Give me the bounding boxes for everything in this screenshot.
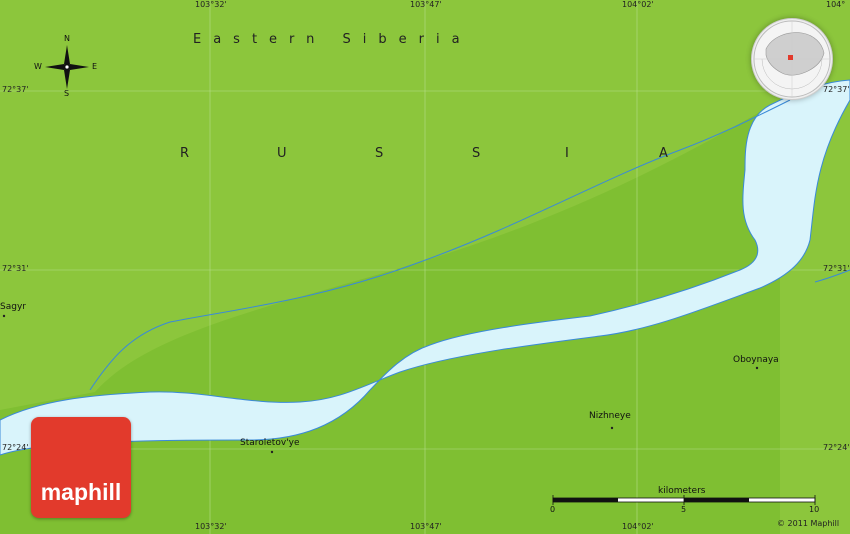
compass-n: N [64, 34, 70, 43]
scale-tick-10: 10 [809, 505, 820, 514]
compass-w: W [34, 62, 42, 71]
coord-right-3: 72°24' [823, 443, 850, 452]
region-label: Eastern Siberia [193, 32, 472, 47]
country-letter-5: I [565, 146, 569, 161]
compass-e: E [92, 62, 98, 71]
country-letter-3: S [375, 146, 384, 161]
map-canvas[interactable]: 103°32' 103°47' 104°02' 104° 103°32' 103… [0, 0, 850, 534]
scale-tick-5: 5 [681, 505, 687, 514]
locator-globe[interactable] [751, 18, 833, 100]
place-oboynaya[interactable]: Oboynaya [733, 355, 779, 365]
coord-top-2: 103°47' [410, 0, 442, 9]
logo-text: maphill [40, 479, 122, 505]
globe-icon [753, 20, 831, 98]
coord-right-2: 72°31' [823, 264, 850, 273]
place-sagyr[interactable]: Sagyr [0, 302, 26, 312]
scale-title: kilometers [658, 486, 706, 496]
scale-tick-0: 0 [550, 505, 556, 514]
copyright-text: © 2011 Maphill [777, 519, 840, 528]
coord-top-4: 104° [826, 0, 846, 9]
coord-bottom-1: 103°32' [195, 522, 227, 531]
place-staroletovye[interactable]: Staroletov'ye [240, 438, 300, 448]
country-letter-1: R [180, 146, 190, 161]
coord-left-1: 72°37' [2, 85, 29, 94]
country-letter-6: A [659, 146, 668, 161]
coord-bottom-2: 103°47' [410, 522, 442, 531]
globe-location-marker [788, 55, 793, 60]
coord-left-2: 72°31' [2, 264, 29, 273]
coord-left-3: 72°24' [2, 443, 29, 452]
compass-s: S [64, 89, 70, 98]
place-nizhneye[interactable]: Nizhneye [589, 411, 631, 421]
coord-top-1: 103°32' [195, 0, 227, 9]
country-letter-4: S [472, 146, 481, 161]
country-letter-2: U [277, 146, 287, 161]
coord-top-3: 104°02' [622, 0, 654, 9]
maphill-logo[interactable]: maphill [31, 417, 131, 518]
coord-right-1: 72°37' [823, 85, 850, 94]
coord-bottom-3: 104°02' [622, 522, 654, 531]
